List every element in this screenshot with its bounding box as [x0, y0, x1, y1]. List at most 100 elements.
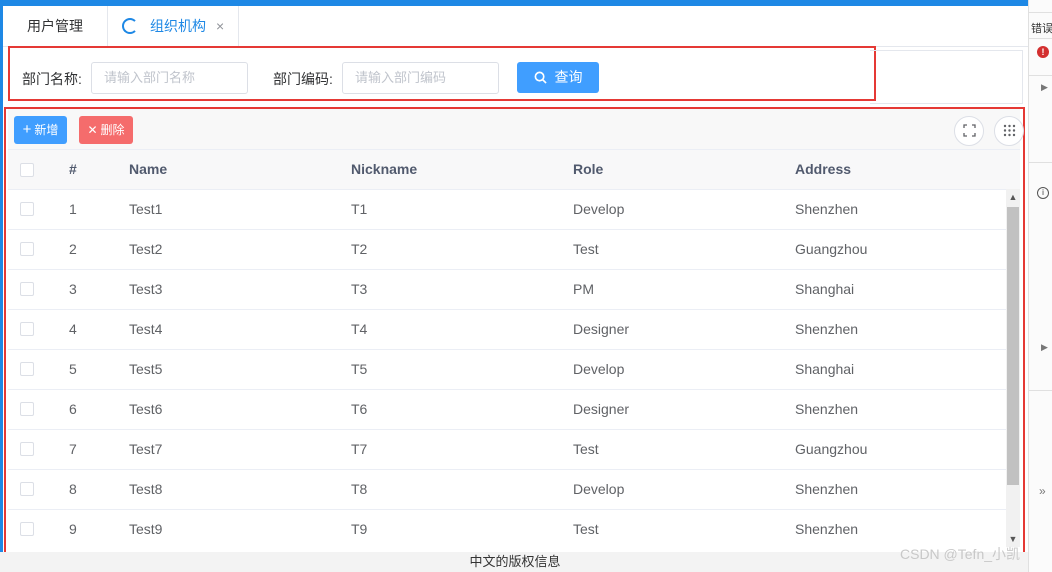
dept-code-input[interactable]: [343, 63, 507, 91]
cell-nickname: T6: [351, 401, 368, 417]
watermark: CSDN @Tefn_小凯: [900, 546, 1021, 562]
cell-role: Test: [573, 241, 599, 257]
table-row[interactable]: 3 Test3 T3 PM Shanghai: [8, 269, 1006, 310]
dept-name-field[interactable]: [91, 62, 256, 94]
cell-index: 3: [69, 281, 77, 297]
cell-role: Develop: [573, 481, 625, 497]
dept-code-field[interactable]: [342, 62, 507, 94]
cell-index: 7: [69, 441, 77, 457]
table-toolbar: + 新增 ✕ 删除: [8, 109, 1024, 150]
table-header: # Name Nickname Role Address: [8, 150, 1020, 190]
table-row[interactable]: 6 Test6 T6 Designer Shenzhen: [8, 389, 1006, 430]
row-checkbox[interactable]: [20, 242, 34, 256]
cell-address: Shenzhen: [795, 201, 859, 217]
fullscreen-button[interactable]: [954, 116, 984, 146]
tab-label: 组织机构: [150, 18, 206, 34]
table-panel: +新增 ✕删除 # Name Nickname Role Address 1: [4, 107, 1025, 555]
cell-name: Test4: [129, 321, 163, 337]
row-checkbox[interactable]: [20, 522, 34, 536]
table-row[interactable]: 4 Test4 T4 Designer Shenzhen: [8, 309, 1006, 350]
search-form: 部门名称: 部门编码: 查询: [8, 46, 876, 101]
cell-nickname: T4: [351, 321, 368, 337]
info-icon: i: [1037, 187, 1049, 199]
page-footer: 中文的版权信息: [0, 552, 1030, 572]
cell-role: PM: [573, 281, 594, 297]
error-icon: !: [1037, 46, 1049, 58]
double-chevron-icon[interactable]: »: [1039, 484, 1046, 498]
table-row[interactable]: 2 Test2 T2 Test Guangzhou: [8, 229, 1006, 270]
expand-icon[interactable]: ▶: [1041, 82, 1048, 93]
cell-address: Shanghai: [795, 361, 855, 377]
cell-index: 9: [69, 521, 77, 537]
cell-index: 8: [69, 481, 77, 497]
cell-index: 2: [69, 241, 77, 257]
column-header-index: #: [69, 161, 77, 177]
row-checkbox[interactable]: [20, 282, 34, 296]
tab-user-management[interactable]: 用户管理: [13, 6, 97, 46]
dept-code-label: 部门编码:: [273, 71, 333, 87]
cell-nickname: T9: [351, 521, 368, 537]
add-button[interactable]: + 新增: [14, 116, 67, 144]
row-checkbox[interactable]: [20, 362, 34, 376]
cell-index: 6: [69, 401, 77, 417]
table-row[interactable]: 5 Test5 T5 Develop Shanghai: [8, 349, 1006, 390]
column-header-role[interactable]: Role: [573, 150, 603, 189]
column-header-nickname[interactable]: Nickname: [351, 150, 417, 189]
table-row[interactable]: 9 Test9 T9 Test Shenzhen: [8, 509, 1006, 547]
cell-name: Test3: [129, 281, 163, 297]
dept-name-input[interactable]: [92, 63, 256, 91]
column-header-address[interactable]: Address: [795, 150, 851, 189]
cell-address: Guangzhou: [795, 441, 868, 457]
delete-button[interactable]: ✕ 删除: [79, 116, 133, 144]
close-icon[interactable]: ×: [216, 6, 224, 46]
cell-nickname: T5: [351, 361, 368, 377]
fullscreen-icon: [962, 124, 976, 137]
cell-name: Test7: [129, 441, 163, 457]
cell-role: Designer: [573, 321, 630, 337]
search-panel-border: [870, 50, 1023, 104]
table-body: 1 Test1 T1 Develop Shenzhen 2 Test2 T2 T…: [8, 189, 1006, 547]
cell-nickname: T2: [351, 241, 368, 257]
row-checkbox[interactable]: [20, 322, 34, 336]
row-checkbox[interactable]: [20, 442, 34, 456]
select-all-checkbox[interactable]: [20, 163, 34, 177]
delete-button-label: 删除: [100, 123, 125, 137]
query-button-label: 查询: [554, 69, 583, 85]
cell-nickname: T1: [351, 201, 368, 217]
cell-role: Test: [573, 521, 599, 537]
columns-button[interactable]: [994, 116, 1024, 146]
delete-icon: ✕: [87, 123, 98, 137]
column-header-name[interactable]: Name: [129, 150, 167, 189]
cell-address: Shenzhen: [795, 321, 859, 337]
cell-index: 4: [69, 321, 77, 337]
cell-nickname: T3: [351, 281, 368, 297]
cell-index: 5: [69, 361, 77, 377]
loading-icon: [122, 17, 138, 34]
tab-organization[interactable]: 组织机构 ×: [107, 6, 240, 46]
cell-address: Shenzhen: [795, 401, 859, 417]
row-checkbox[interactable]: [20, 482, 34, 496]
scrollbar-thumb[interactable]: [1007, 207, 1019, 485]
cell-role: Develop: [573, 201, 625, 217]
dept-name-label: 部门名称:: [22, 71, 82, 87]
row-checkbox[interactable]: [20, 202, 34, 216]
table-row[interactable]: 8 Test8 T8 Develop Shenzhen: [8, 469, 1006, 510]
cell-address: Guangzhou: [795, 241, 868, 257]
cell-role: Develop: [573, 361, 625, 377]
side-panel: 错误 ! ▶ i ▶ »: [1028, 0, 1052, 572]
cell-name: Test9: [129, 521, 163, 537]
cell-address: Shanghai: [795, 281, 855, 297]
scroll-up-icon[interactable]: ▲: [1006, 189, 1020, 205]
query-button[interactable]: 查询: [517, 62, 599, 93]
cell-address: Shenzhen: [795, 521, 859, 537]
table-scrollbar[interactable]: ▲ ▼: [1006, 189, 1020, 547]
expand-icon[interactable]: ▶: [1041, 342, 1048, 353]
cell-nickname: T8: [351, 481, 368, 497]
row-checkbox[interactable]: [20, 402, 34, 416]
cell-name: Test8: [129, 481, 163, 497]
table-row[interactable]: 7 Test7 T7 Test Guangzhou: [8, 429, 1006, 470]
cell-name: Test6: [129, 401, 163, 417]
table-row[interactable]: 1 Test1 T1 Develop Shenzhen: [8, 189, 1006, 230]
search-icon: [534, 71, 547, 84]
tab-label: 用户管理: [27, 18, 83, 34]
